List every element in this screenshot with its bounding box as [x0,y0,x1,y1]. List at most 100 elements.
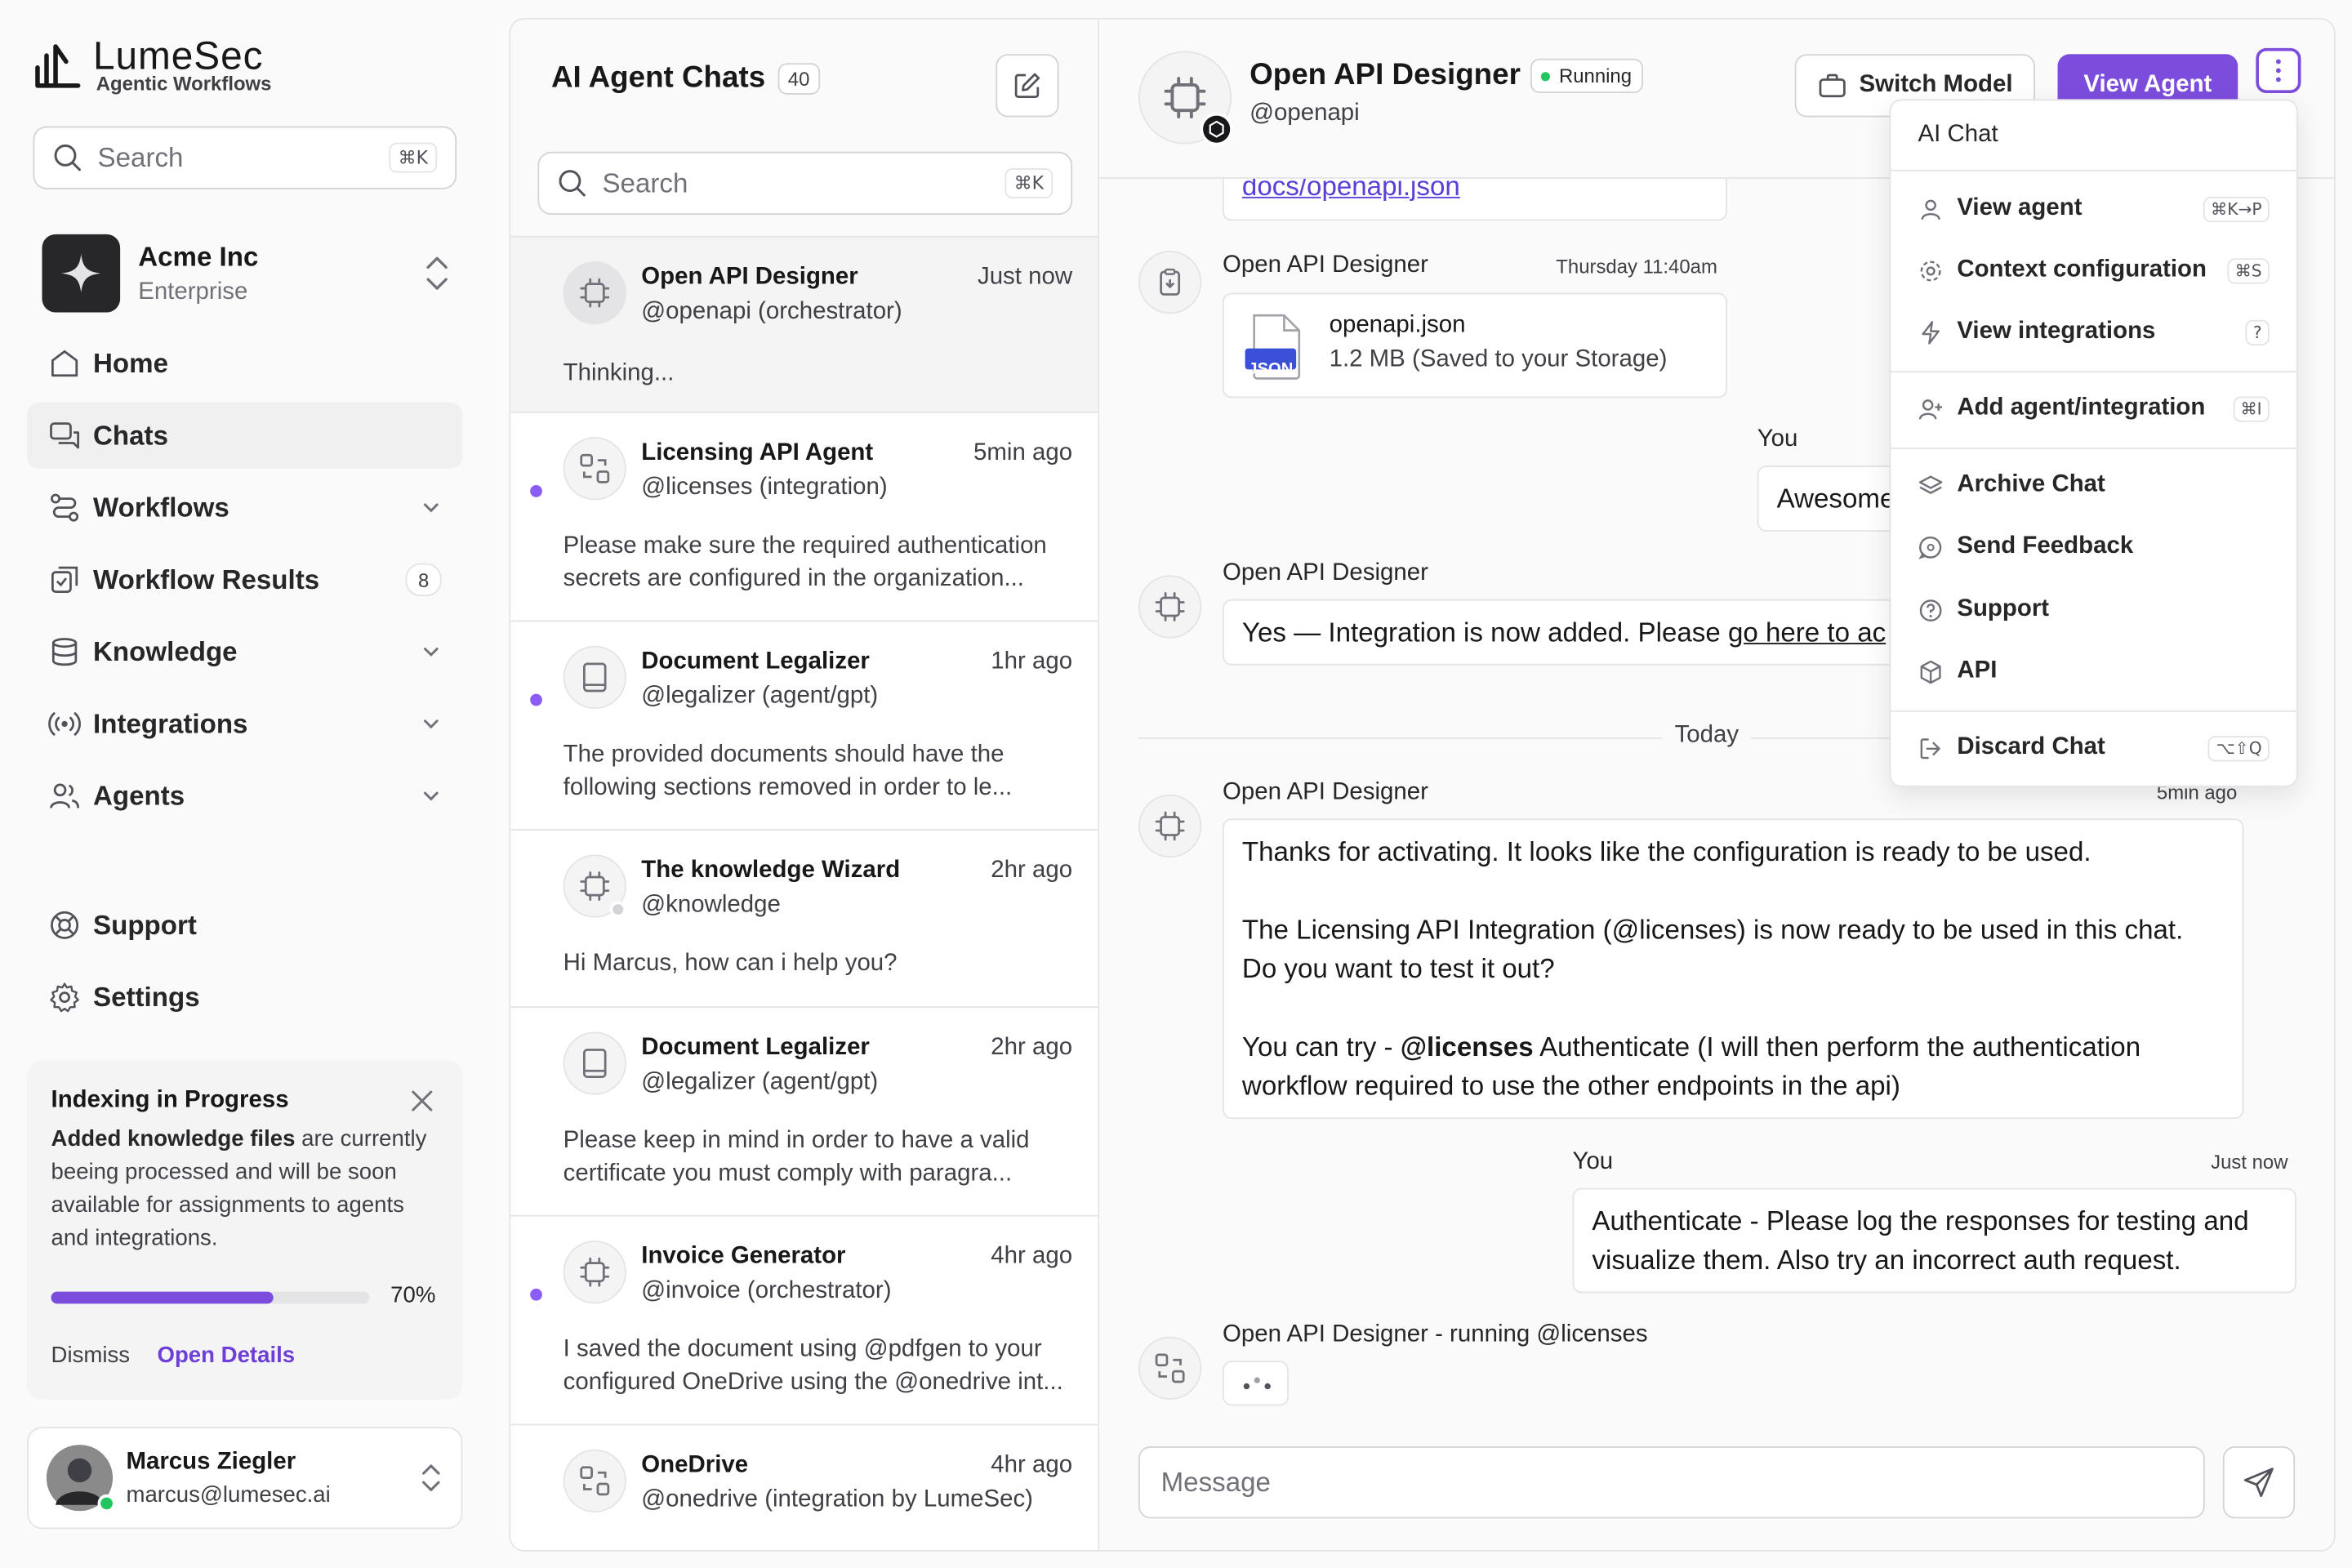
book-icon [583,1049,607,1078]
chat-item-preview: Hi Marcus, how can i help you? [563,951,898,977]
menu-item-send-feedback[interactable]: Send Feedback [1891,517,2296,577]
switch-model-label: Switch Model [1859,72,2013,98]
nav-label: Home [93,347,169,378]
chat-list-item[interactable]: The knowledge Wizard @knowledge 2hr ago … [510,829,1098,1007]
menu-item-archive-chat[interactable]: Archive Chat [1891,455,2296,515]
nav-item-support[interactable]: Support [27,892,462,958]
menu-item-label: View integrations [1957,318,2156,345]
message-sender: You [1757,426,1798,452]
dismiss-button[interactable]: Dismiss [51,1343,131,1368]
user-message-bubble: Authenticate - Please log the responses … [1572,1187,2296,1294]
agent-avatar [1138,1336,1202,1401]
agents-icon [50,783,80,808]
nav-label: Settings [93,981,200,1012]
agent-avatar [563,1031,626,1095]
org-switcher[interactable]: Acme Inc Enterprise [42,233,450,314]
search-icon [559,170,586,197]
file-name: openapi.json [1329,312,1466,338]
nav-item-integrations[interactable]: Integrations [27,691,462,757]
brand-logo[interactable]: LumeSec Agentic Workflows [33,36,271,96]
chat-item-name: Licensing API Agent [641,439,874,466]
chip-icon [1155,592,1185,621]
sidebar: LumeSec Agentic Workflows Search ⌘K Acme… [0,0,490,1568]
menu-item-discard-chat[interactable]: Discard Chat ⌥⇧Q [1891,718,2296,778]
org-name: Acme Inc [138,241,259,271]
chip-icon [1164,77,1206,118]
chat-item-handle: @legalizer (agent/gpt) [641,1069,879,1095]
new-chat-button[interactable] [996,54,1059,118]
integration-icon [1155,1353,1185,1383]
agent-avatar [563,261,626,325]
menu-item-label: View agent [1957,195,2082,221]
file-attachment[interactable]: JSON openapi.json 1.2 MB (Saved to your … [1223,292,1727,399]
nav-item-chats[interactable]: Chats [27,402,463,469]
lifebuoy-icon [51,911,79,939]
send-button[interactable] [2222,1446,2296,1519]
message-sender: You [1572,1148,1614,1175]
nav-item-workflows[interactable]: Workflows [27,474,462,541]
message-text: You can try - [1241,1031,1401,1062]
unread-dot [530,485,542,497]
mention[interactable]: @licenses [1401,1031,1534,1062]
user-switcher[interactable]: Marcus Ziegler marcus@lumesec.ai [27,1427,463,1530]
chat-list-item[interactable]: Invoice Generator @invoice (orchestrator… [510,1214,1098,1424]
menu-item-view-integrations[interactable]: View integrations ? [1891,302,2296,363]
chip-icon [580,278,610,308]
openai-icon [1209,120,1224,138]
chat-list-item[interactable]: Licensing API Agent @licenses (integrati… [510,411,1098,621]
message-link[interactable]: go here to ac [1728,617,1886,648]
menu-item-api[interactable]: API [1891,641,2296,702]
footer-nav: Support Settings [27,892,462,1036]
chat-item-time: 2hr ago [991,858,1073,884]
more-options-button[interactable] [2256,47,2301,94]
menu-title: AI Chat [1918,121,1998,148]
chat-list-item[interactable]: OneDrive @onedrive (integration by LumeS… [510,1423,1098,1550]
message-sender: Open API Designer [1223,252,1428,278]
chat-item-handle: @licenses (integration) [641,474,888,501]
menu-item-context-configuration[interactable]: Context configuration ⌘S [1891,240,2296,301]
message-input[interactable]: Message [1138,1446,2205,1519]
menu-item-label: Send Feedback [1957,532,2134,559]
nav-item-settings[interactable]: Settings [27,964,462,1031]
message-text: Yes — Integration is now added. Please [1241,617,1728,648]
close-icon[interactable] [408,1087,435,1114]
chevron-down-icon [423,791,439,801]
briefcase-icon [1819,74,1846,98]
menu-item-label: Discard Chat [1957,734,2105,760]
nav-item-home[interactable]: Home [27,331,462,397]
typing-indicator [1223,1361,1289,1406]
bolt-icon [1922,320,1940,344]
sparkle-icon [61,253,101,293]
chat-list-item[interactable]: Open API Designer @openapi (orchestrator… [510,235,1098,412]
sidebar-search-input[interactable]: Search ⌘K [33,126,457,189]
chat-list-title: AI Agent Chats [550,61,766,95]
menu-item-label: API [1957,657,1998,684]
menu-item-support[interactable]: Support [1891,580,2296,640]
chat-item-name: The knowledge Wizard [641,858,901,884]
chat-list-item[interactable]: Document Legalizer @legalizer (agent/gpt… [510,1006,1098,1215]
search-shortcut: ⌘K [389,142,438,173]
nav-item-knowledge[interactable]: Knowledge [27,619,462,685]
chat-search-input[interactable]: Search ⌘K [537,151,1073,215]
offline-indicator [609,901,626,918]
chat-item-name: Document Legalizer [641,648,870,675]
menu-item-view-agent[interactable]: View agent ⌘K→P [1891,179,2296,239]
menu-item-label: Support [1957,596,2050,622]
unread-dot [530,1288,542,1301]
archive-icon [1918,474,1943,493]
nav-item-agents[interactable]: Agents [27,763,462,829]
open-details-button[interactable]: Open Details [158,1343,296,1368]
search-icon [54,144,81,172]
avatar [47,1445,116,1512]
menu-divider [1891,448,2296,449]
user-email: marcus@lumesec.ai [126,1481,331,1508]
menu-item-add-agent-integration[interactable]: Add agent/integration ⌘I [1891,378,2296,439]
nav-item-workflow-results[interactable]: Workflow Results 8 [27,546,462,612]
indexing-progress-label: 70% [390,1282,436,1308]
chat-list-item[interactable]: Document Legalizer @legalizer (agent/gpt… [510,620,1098,830]
compose-icon [1014,73,1040,99]
brand-tagline: Agentic Workflows [96,72,272,95]
online-indicator [97,1494,116,1512]
nav-label: Integrations [93,708,248,738]
chevron-down-icon [423,719,439,729]
